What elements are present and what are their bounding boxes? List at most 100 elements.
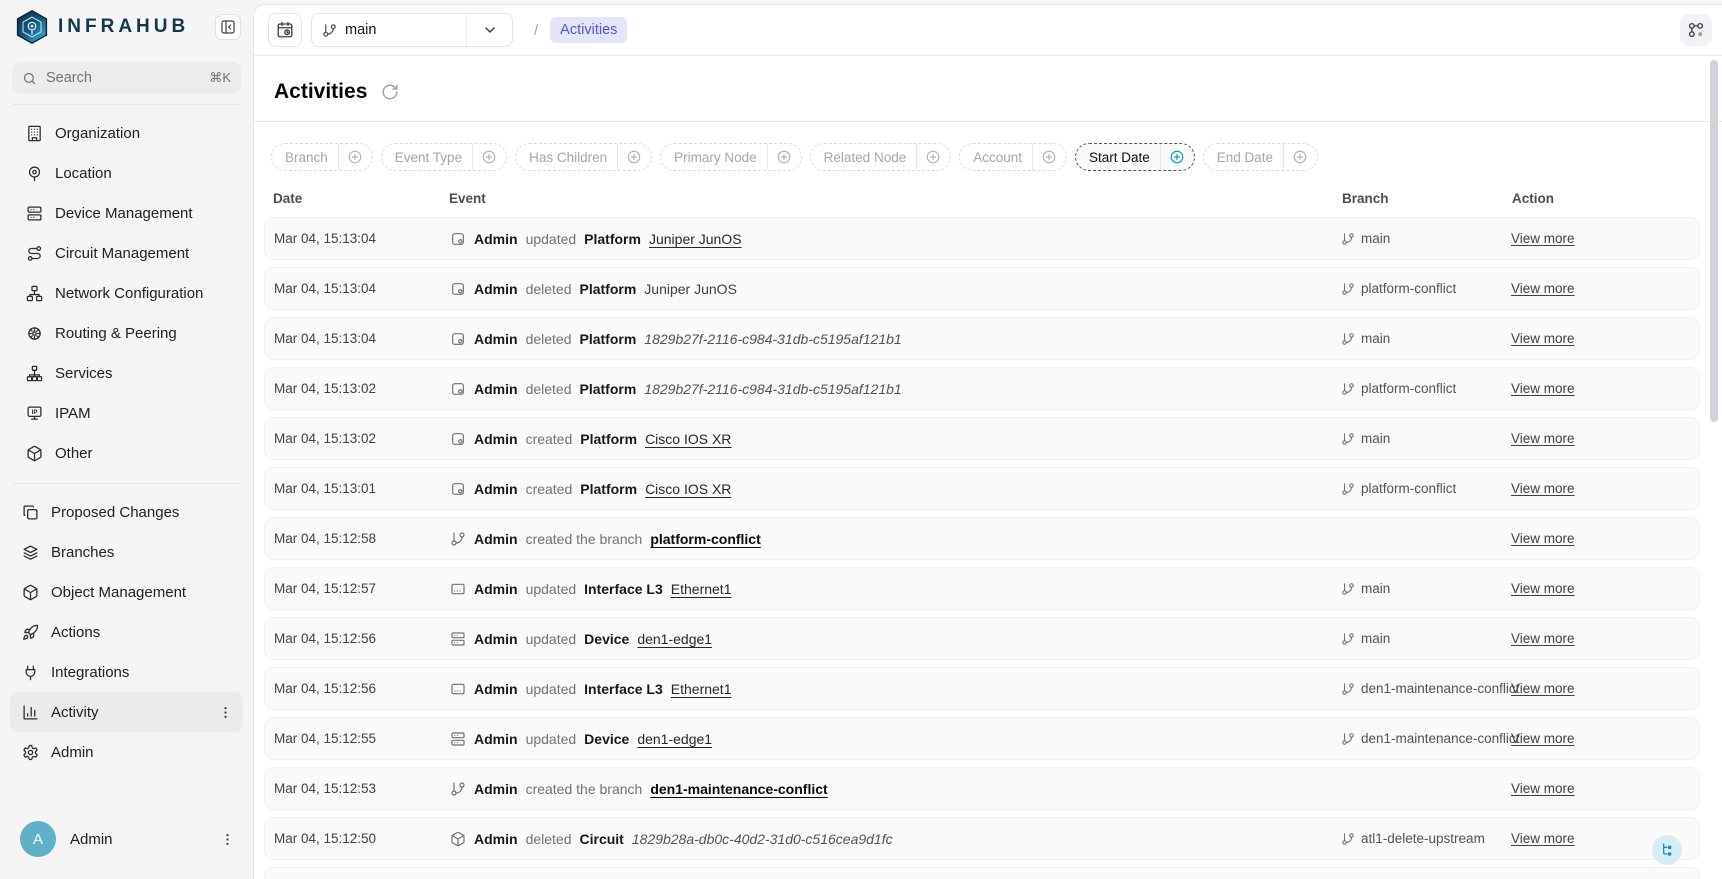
search-input[interactable]: Search ⌘K (12, 62, 241, 94)
branch-selector-value: main (345, 22, 376, 38)
sidebar-item-location[interactable]: Location (10, 153, 243, 193)
activity-object-value[interactable]: den1-maintenance-conflict (650, 781, 827, 797)
activity-object-value[interactable]: Cisco IOS XR (645, 431, 731, 447)
view-more-link[interactable]: View more (1511, 431, 1575, 446)
chevron-down-icon (482, 22, 498, 38)
view-more-link[interactable]: View more (1511, 781, 1575, 796)
activity-object-value[interactable]: Juniper JunOS (649, 231, 742, 247)
activity-object-value[interactable]: Ethernet1 (671, 581, 732, 597)
view-more-link[interactable]: View more (1511, 581, 1575, 596)
view-more-link[interactable]: View more (1511, 831, 1575, 846)
avatar[interactable]: A (20, 821, 56, 857)
activity-verb: updated (526, 681, 577, 697)
activity-date: Mar 04, 15:13:02 (274, 381, 450, 396)
filter-chip-label: Start Date (1076, 150, 1160, 165)
diff-icon (22, 504, 39, 521)
breadcrumb-current[interactable]: Activities (550, 17, 627, 43)
filter-chip-start-date[interactable]: Start Date (1075, 143, 1195, 171)
view-more-link[interactable]: View more (1511, 631, 1575, 646)
filter-chip-event-type[interactable]: Event Type (381, 143, 507, 171)
server-icon (26, 205, 43, 222)
view-more-link[interactable]: View more (1511, 481, 1575, 496)
sidebar-item-label: IPAM (55, 405, 91, 422)
sidebar-item-routing-peering[interactable]: Routing & Peering (10, 313, 243, 353)
activity-branch: platform-conflict (1341, 381, 1511, 396)
sidebar-item-services[interactable]: Services (10, 353, 243, 393)
gear-icon (22, 744, 39, 761)
sidebar-item-actions[interactable]: Actions (10, 612, 243, 652)
activity-object-type: Platform (580, 281, 637, 297)
activity-verb: created (526, 481, 573, 497)
filter-chip-end-date[interactable]: End Date (1203, 143, 1318, 171)
activity-action: View more (1511, 730, 1687, 748)
activity-verb: updated (526, 631, 577, 647)
git-branch-icon (1341, 232, 1355, 246)
sidebar-item-proposed-changes[interactable]: Proposed Changes (10, 492, 243, 532)
activity-object-value[interactable]: platform-conflict (650, 531, 760, 547)
activity-object-value[interactable]: Ethernet1 (671, 681, 732, 697)
node-icon (450, 281, 466, 297)
user-menu-kebab-icon[interactable] (220, 832, 235, 847)
sidebar-item-integrations[interactable]: Integrations (10, 652, 243, 692)
activity-action: View more (1511, 380, 1687, 398)
item-menu-kebab-icon[interactable] (218, 705, 233, 720)
add-filter-button[interactable] (1161, 149, 1194, 165)
filter-chip-has-children[interactable]: Has Children (515, 143, 652, 171)
sidebar-item-circuit-management[interactable]: Circuit Management (10, 233, 243, 273)
view-more-link[interactable]: View more (1511, 731, 1575, 746)
main-panel: main / Activities Activities Branch Even… (253, 4, 1722, 879)
schema-visualizer-button[interactable] (1680, 14, 1712, 46)
add-filter-button[interactable] (339, 149, 372, 165)
activity-object-value: 1829b28a-db0c-40d2-31d0-c516cea9d1fc (632, 831, 893, 847)
activity-action: View more (1511, 780, 1687, 798)
filter-chip-branch[interactable]: Branch (271, 143, 373, 171)
filter-chip-label: Has Children (516, 150, 617, 165)
view-more-link[interactable]: View more (1511, 281, 1575, 296)
add-filter-button[interactable] (1284, 149, 1317, 165)
tree-view-toggle-button[interactable] (1652, 835, 1682, 865)
view-more-link[interactable]: View more (1511, 331, 1575, 346)
branch-selector[interactable]: main (311, 13, 513, 47)
time-travel-button[interactable] (268, 13, 302, 47)
view-more-link[interactable]: View more (1511, 681, 1575, 696)
add-filter-button[interactable] (473, 149, 506, 165)
view-more-link[interactable]: View more (1511, 381, 1575, 396)
sidebar-item-label: Circuit Management (55, 245, 189, 262)
activity-branch-name: platform-conflict (1361, 381, 1456, 396)
branch-selector-caret[interactable] (466, 14, 512, 46)
sidebar-item-branches[interactable]: Branches (10, 532, 243, 572)
filter-chip-primary-node[interactable]: Primary Node (660, 143, 802, 171)
sidebar-item-organization[interactable]: Organization (10, 113, 243, 153)
activity-object-type: Interface L3 (584, 581, 663, 597)
add-filter-button[interactable] (917, 149, 950, 165)
activity-object-value[interactable]: den1-edge1 (637, 731, 712, 747)
activity-object-value[interactable]: Cisco IOS XR (645, 481, 731, 497)
activity-event: Admin updated Interface L3 Ethernet1 (450, 681, 1341, 697)
activity-action: View more (1511, 480, 1687, 498)
sidebar-item-object-management[interactable]: Object Management (10, 572, 243, 612)
view-more-link[interactable]: View more (1511, 531, 1575, 546)
sidebar-item-other[interactable]: Other (10, 433, 243, 473)
plus-circle-icon (1041, 149, 1057, 165)
sidebar-item-device-management[interactable]: Device Management (10, 193, 243, 233)
layers-icon (22, 544, 39, 561)
add-filter-button[interactable] (618, 149, 651, 165)
filter-chip-related-node[interactable]: Related Node (810, 143, 952, 171)
add-filter-button[interactable] (1033, 149, 1066, 165)
view-more-link[interactable]: View more (1511, 231, 1575, 246)
sidebar-collapse-button[interactable] (215, 14, 241, 40)
sidebar-item-network-configuration[interactable]: Network Configuration (10, 273, 243, 313)
refresh-button[interactable] (381, 83, 399, 101)
activity-object-value[interactable]: den1-edge1 (637, 631, 712, 647)
sidebar-item-admin[interactable]: Admin (10, 732, 243, 772)
scrollbar-thumb[interactable] (1710, 60, 1718, 422)
git-branch-icon (1341, 382, 1355, 396)
sidebar-item-activity[interactable]: Activity (10, 692, 243, 732)
activity-verb: updated (526, 231, 577, 247)
activity-list: Mar 04, 15:13:04 Admin updated Platform … (254, 217, 1722, 879)
wheel-icon (26, 325, 43, 342)
filter-chip-account[interactable]: Account (959, 143, 1067, 171)
sidebar-item-ipam[interactable]: IP IPAM (10, 393, 243, 433)
activity-branch-name: platform-conflict (1361, 281, 1456, 296)
add-filter-button[interactable] (768, 149, 801, 165)
